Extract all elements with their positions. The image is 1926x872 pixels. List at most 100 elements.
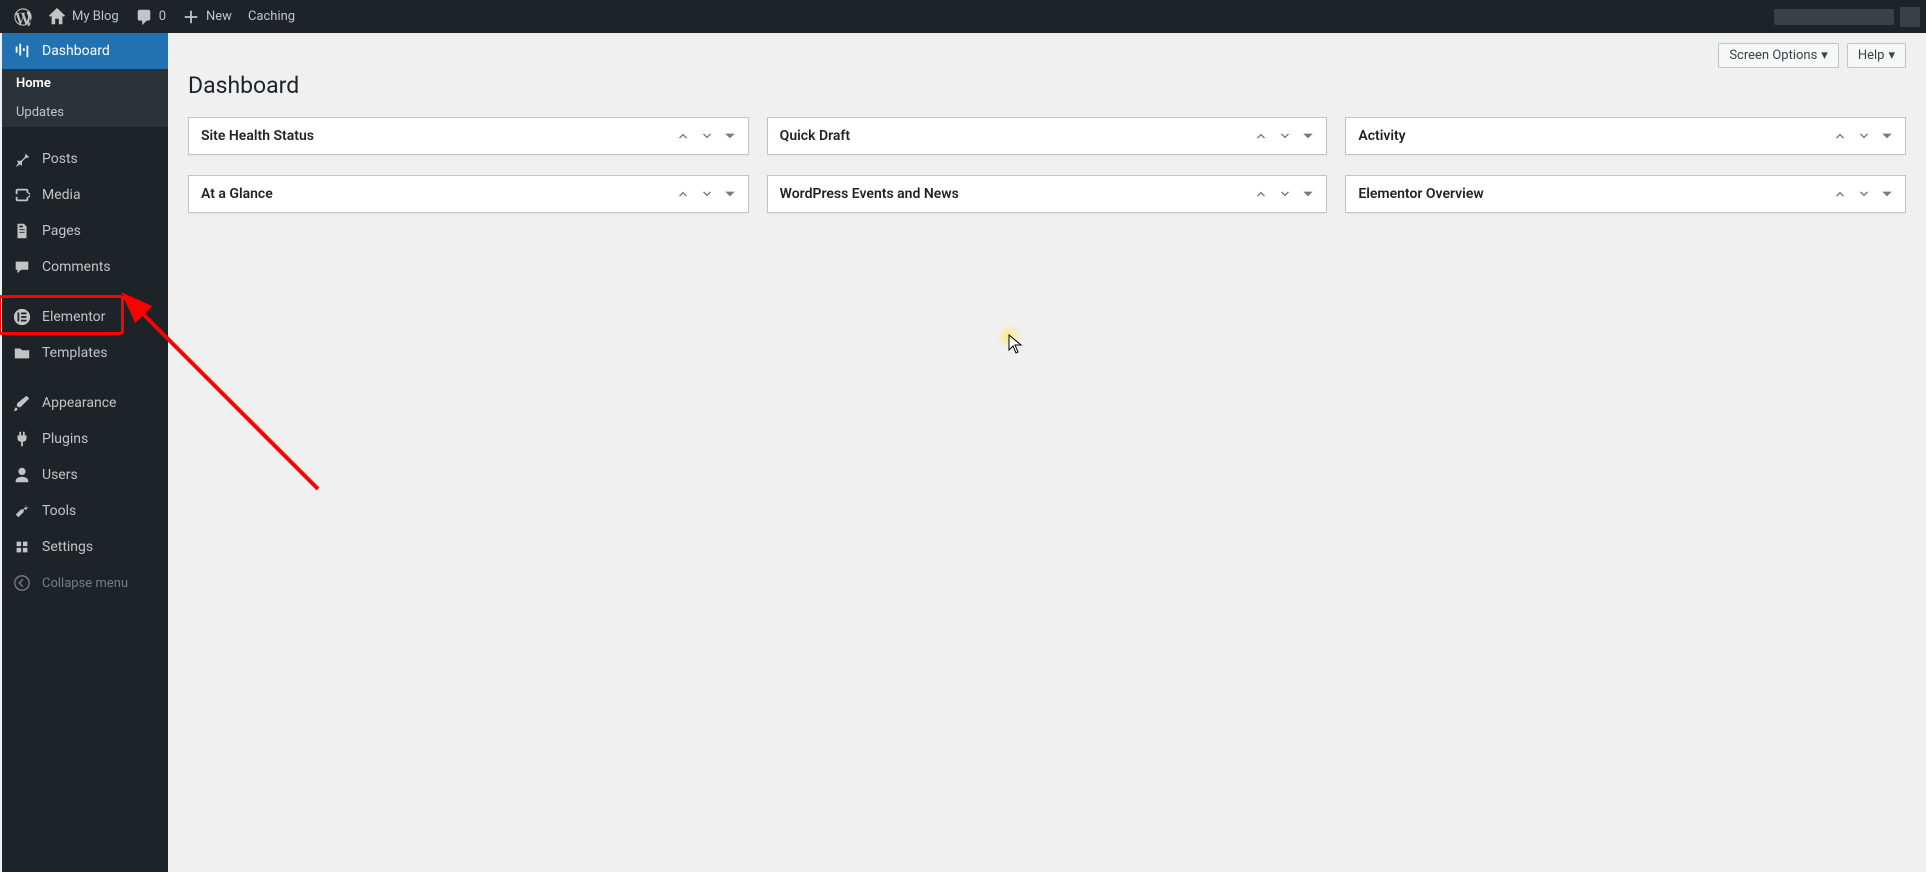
metabox-col-1: Site Health Status At a Glance bbox=[188, 117, 749, 213]
plus-icon bbox=[182, 8, 200, 26]
chevron-down-icon: ▾ bbox=[1821, 48, 1828, 63]
adminbar-new[interactable]: New bbox=[174, 0, 240, 33]
metabox-wp-events: WordPress Events and News bbox=[767, 175, 1328, 213]
metabox-controls bbox=[676, 187, 736, 201]
menu-appearance[interactable]: Appearance bbox=[2, 385, 168, 421]
adminbar-wp-logo[interactable] bbox=[6, 0, 40, 33]
triangle-down-icon[interactable] bbox=[1302, 188, 1314, 200]
chevron-up-icon[interactable] bbox=[676, 187, 690, 201]
chevron-down-icon[interactable] bbox=[700, 129, 714, 143]
menu-plugins-label: Plugins bbox=[42, 431, 88, 447]
metabox-title: Quick Draft bbox=[780, 128, 1255, 144]
menu-elementor-label: Elementor bbox=[42, 309, 105, 325]
metabox-title: Activity bbox=[1358, 128, 1833, 144]
menu-templates[interactable]: Templates bbox=[2, 335, 168, 371]
chevron-up-icon[interactable] bbox=[1254, 187, 1268, 201]
metabox-header[interactable]: WordPress Events and News bbox=[768, 176, 1327, 212]
menu-tools[interactable]: Tools bbox=[2, 493, 168, 529]
user-icon bbox=[12, 465, 32, 485]
chevron-up-icon[interactable] bbox=[1833, 187, 1847, 201]
metabox-header[interactable]: Quick Draft bbox=[768, 118, 1327, 154]
adminbar-username-blurred bbox=[1774, 9, 1894, 25]
metabox-col-2: Quick Draft WordPress Events and News bbox=[767, 117, 1328, 213]
metabox-controls bbox=[1254, 129, 1314, 143]
triangle-down-icon[interactable] bbox=[724, 130, 736, 142]
metabox-title: WordPress Events and News bbox=[780, 186, 1255, 202]
chevron-up-icon[interactable] bbox=[1833, 129, 1847, 143]
help-button[interactable]: Help ▾ bbox=[1847, 43, 1906, 68]
menu-dashboard-label: Dashboard bbox=[42, 43, 110, 59]
menu-separator bbox=[2, 285, 168, 299]
triangle-down-icon[interactable] bbox=[1881, 188, 1893, 200]
screen-options-button[interactable]: Screen Options ▾ bbox=[1718, 43, 1839, 68]
adminbar-account[interactable] bbox=[1774, 7, 1920, 27]
adminbar-avatar-blurred bbox=[1900, 7, 1920, 27]
screen-options-row: Screen Options ▾ Help ▾ bbox=[188, 33, 1906, 68]
metabox-site-health: Site Health Status bbox=[188, 117, 749, 155]
chevron-down-icon: ▾ bbox=[1888, 48, 1895, 63]
dashboard-icon bbox=[12, 41, 32, 61]
submenu-home[interactable]: Home bbox=[2, 69, 168, 98]
help-label: Help bbox=[1858, 48, 1885, 63]
menu-collapse[interactable]: Collapse menu bbox=[2, 565, 168, 601]
comment-icon bbox=[135, 8, 153, 26]
adminbar-comments[interactable]: 0 bbox=[127, 0, 174, 33]
metabox-header[interactable]: Site Health Status bbox=[189, 118, 748, 154]
menu-comments[interactable]: Comments bbox=[2, 249, 168, 285]
metabox-controls bbox=[1833, 129, 1893, 143]
plugin-icon bbox=[12, 429, 32, 449]
adminbar-caching[interactable]: Caching bbox=[240, 0, 303, 33]
screen-options-label: Screen Options bbox=[1729, 48, 1817, 63]
metabox-header[interactable]: Elementor Overview bbox=[1346, 176, 1905, 212]
adminbar-site-name[interactable]: My Blog bbox=[40, 0, 127, 33]
chevron-up-icon[interactable] bbox=[676, 129, 690, 143]
menu-comments-label: Comments bbox=[42, 259, 111, 275]
metabox-quick-draft: Quick Draft bbox=[767, 117, 1328, 155]
menu-collapse-label: Collapse menu bbox=[42, 576, 128, 591]
metabox-title: Elementor Overview bbox=[1358, 186, 1833, 202]
menu-pages[interactable]: Pages bbox=[2, 213, 168, 249]
menu-settings[interactable]: Settings bbox=[2, 529, 168, 565]
menu-media[interactable]: Media bbox=[2, 177, 168, 213]
menu-tools-label: Tools bbox=[42, 503, 76, 519]
home-icon bbox=[48, 8, 66, 26]
adminbar-comments-count: 0 bbox=[159, 9, 166, 24]
metabox-header[interactable]: At a Glance bbox=[189, 176, 748, 212]
metabox-at-a-glance: At a Glance bbox=[188, 175, 749, 213]
metabox-columns: Site Health Status At a Glance bbox=[188, 117, 1906, 213]
chevron-down-icon[interactable] bbox=[1857, 129, 1871, 143]
adminbar-caching-label: Caching bbox=[248, 9, 295, 24]
menu-plugins[interactable]: Plugins bbox=[2, 421, 168, 457]
annotation-cursor-highlight bbox=[996, 324, 1022, 350]
page-title: Dashboard bbox=[188, 72, 1906, 99]
metabox-title: Site Health Status bbox=[201, 128, 676, 144]
chevron-up-icon[interactable] bbox=[1254, 129, 1268, 143]
menu-arrow-pointer bbox=[168, 43, 176, 59]
chevron-down-icon[interactable] bbox=[1278, 187, 1292, 201]
menu-pages-label: Pages bbox=[42, 223, 81, 239]
adminbar-new-label: New bbox=[206, 9, 232, 24]
menu-posts-label: Posts bbox=[42, 151, 78, 167]
comment-icon bbox=[12, 257, 32, 277]
brush-icon bbox=[12, 393, 32, 413]
folder-icon bbox=[12, 343, 32, 363]
chevron-down-icon[interactable] bbox=[700, 187, 714, 201]
menu-posts[interactable]: Posts bbox=[2, 141, 168, 177]
metabox-controls bbox=[676, 129, 736, 143]
menu-separator bbox=[2, 371, 168, 385]
menu-dashboard[interactable]: Dashboard bbox=[2, 33, 168, 69]
menu-settings-label: Settings bbox=[42, 539, 93, 555]
collapse-icon bbox=[12, 573, 32, 593]
chevron-down-icon[interactable] bbox=[1278, 129, 1292, 143]
menu-users[interactable]: Users bbox=[2, 457, 168, 493]
triangle-down-icon[interactable] bbox=[1302, 130, 1314, 142]
menu-elementor[interactable]: Elementor bbox=[2, 299, 168, 335]
triangle-down-icon[interactable] bbox=[724, 188, 736, 200]
chevron-down-icon[interactable] bbox=[1857, 187, 1871, 201]
triangle-down-icon[interactable] bbox=[1881, 130, 1893, 142]
metabox-controls bbox=[1833, 187, 1893, 201]
elementor-icon bbox=[12, 307, 32, 327]
wordpress-logo-icon bbox=[14, 8, 32, 26]
metabox-header[interactable]: Activity bbox=[1346, 118, 1905, 154]
submenu-updates[interactable]: Updates bbox=[2, 98, 168, 127]
